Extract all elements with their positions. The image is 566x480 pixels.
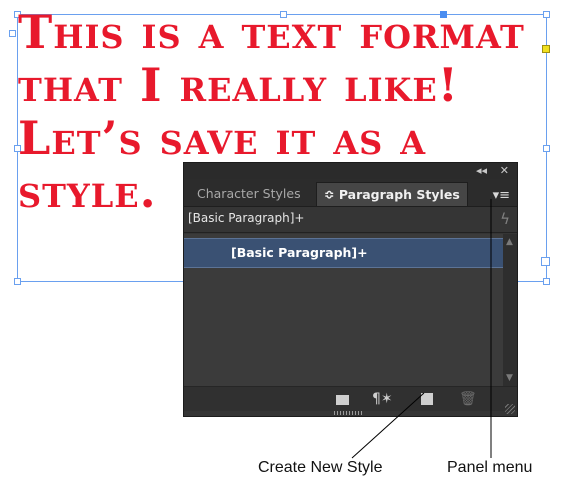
callout-leaders — [351, 199, 492, 459]
create-new-style-callout: Create New Style — [258, 459, 383, 476]
panel-menu-callout: Panel menu — [447, 459, 533, 476]
create-new-style-leader — [351, 392, 425, 459]
